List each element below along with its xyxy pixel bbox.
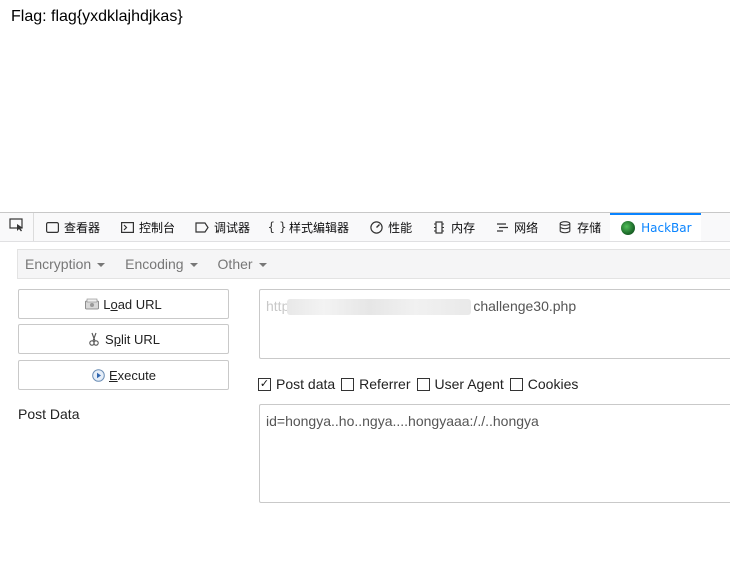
hackbar-menubar: Encryption Encoding Other xyxy=(17,249,730,279)
option-label: Referrer xyxy=(359,376,411,392)
user-agent-checkbox[interactable] xyxy=(416,377,430,391)
performance-icon xyxy=(369,220,383,234)
storage-icon xyxy=(558,220,572,234)
menu-label: Encoding xyxy=(125,256,184,272)
menu-label: Encryption xyxy=(25,256,92,272)
tab-debugger[interactable]: 调试器 xyxy=(184,213,259,241)
chevron-down-icon xyxy=(97,263,106,267)
referrer-option[interactable]: Referrer xyxy=(341,376,411,392)
tab-hackbar[interactable]: HackBar xyxy=(610,213,701,241)
debugger-icon xyxy=(195,220,209,234)
tab-label: 性能 xyxy=(388,220,413,235)
option-label: Post data xyxy=(276,376,336,392)
hackbar-icon xyxy=(621,221,636,235)
post-data-textarea[interactable]: id=hongya..ho..ngya....hongyaaa:/./..hon… xyxy=(259,404,730,503)
element-picker-icon xyxy=(8,217,25,237)
request-options: ✓ Post data Referrer User Agent Cookies xyxy=(258,376,584,392)
devtools-toolbar: 查看器 控制台 调试器 { } 样式编辑器 性能 内存 网络 存储 HackBa… xyxy=(0,212,730,242)
inspector-icon xyxy=(45,220,59,234)
referrer-checkbox[interactable] xyxy=(341,377,355,391)
tab-label: 控制台 xyxy=(139,220,176,235)
execute-button[interactable]: Execute xyxy=(18,360,229,390)
cookies-option[interactable]: Cookies xyxy=(509,376,579,392)
option-label: Cookies xyxy=(527,376,579,392)
devtools-panel: 查看器 控制台 调试器 { } 样式编辑器 性能 内存 网络 存储 HackBa… xyxy=(0,212,730,584)
tab-label: 样式编辑器 xyxy=(289,220,350,235)
split-url-label: Split URL xyxy=(105,331,160,347)
url-suffix: challenge30.php xyxy=(473,298,577,314)
option-label: User Agent xyxy=(434,376,504,392)
menu-label: Other xyxy=(217,256,253,272)
load-url-label: Load URL xyxy=(103,296,162,312)
post-data-value: id=hongya..ho..ngya....hongyaaa:/./..hon… xyxy=(266,413,539,429)
tab-label: 网络 xyxy=(514,220,539,235)
url-input[interactable]: http challenge30.php xyxy=(259,289,730,359)
execute-label: Execute xyxy=(109,367,156,383)
tab-storage[interactable]: 存储 xyxy=(547,213,610,241)
console-icon xyxy=(120,220,134,234)
tab-label: 存储 xyxy=(577,220,602,235)
tab-performance[interactable]: 性能 xyxy=(358,213,421,241)
play-icon xyxy=(91,368,105,382)
style-editor-icon: { } xyxy=(267,220,287,234)
redacted-url-region xyxy=(287,299,472,316)
url-prefix: http xyxy=(266,298,290,314)
memory-icon xyxy=(432,220,446,234)
encoding-menu[interactable]: Encoding xyxy=(125,256,198,272)
chevron-down-icon xyxy=(189,263,198,267)
post-data-checkbox[interactable]: ✓ xyxy=(258,377,271,391)
tab-console[interactable]: 控制台 xyxy=(109,213,184,241)
encryption-menu[interactable]: Encryption xyxy=(25,256,106,272)
split-url-button[interactable]: Split URL xyxy=(18,324,229,354)
tab-label: 内存 xyxy=(451,220,476,235)
cookies-checkbox[interactable] xyxy=(509,377,523,391)
flag-text: Flag: flag{yxdklajhdjkas} xyxy=(11,8,183,25)
load-url-icon xyxy=(85,297,100,311)
post-data-option[interactable]: ✓ Post data xyxy=(258,376,335,392)
tab-network[interactable]: 网络 xyxy=(484,213,547,241)
network-icon xyxy=(495,220,509,234)
user-agent-option[interactable]: User Agent xyxy=(416,376,504,392)
chevron-down-icon xyxy=(258,263,267,267)
load-url-button[interactable]: Load URL xyxy=(18,289,229,319)
other-menu[interactable]: Other xyxy=(218,256,267,272)
post-data-label: Post Data xyxy=(18,406,80,422)
scissors-icon xyxy=(87,332,101,346)
page-content: Flag: flag{yxdklajhdjkas} xyxy=(0,0,730,212)
tab-label: 查看器 xyxy=(64,220,101,235)
tab-memory[interactable]: 内存 xyxy=(421,213,484,241)
tab-style-editor[interactable]: { } 样式编辑器 xyxy=(259,213,358,241)
element-picker-button[interactable] xyxy=(0,213,34,241)
tab-label: HackBar xyxy=(641,221,692,235)
tab-label: 调试器 xyxy=(214,220,251,235)
tab-inspector[interactable]: 查看器 xyxy=(34,213,109,241)
